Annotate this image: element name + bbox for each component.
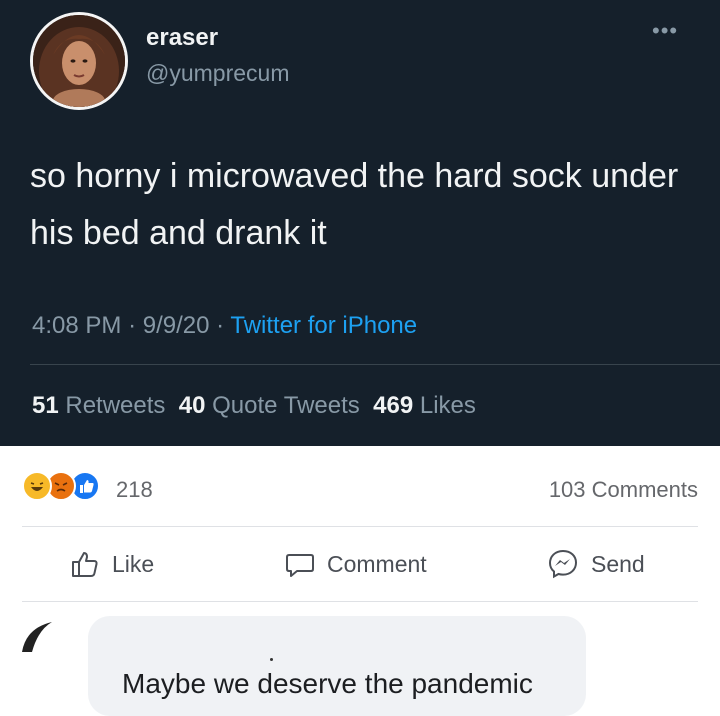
- tweet-stats: 51 Retweets 40 Quote Tweets 469 Likes: [32, 392, 476, 420]
- comments-count[interactable]: 103 Comments: [549, 477, 698, 503]
- thumbs-up-icon: [72, 552, 98, 577]
- more-icon[interactable]: •••: [652, 18, 678, 44]
- send-button[interactable]: Send: [547, 546, 645, 582]
- user-handle[interactable]: @yumprecum: [146, 60, 290, 87]
- facebook-post-footer: 218 103 Comments Like Comment Send Maybe…: [0, 446, 720, 716]
- comment-text: Maybe we deserve the pandemic: [122, 668, 533, 699]
- meta-separator: ·: [128, 312, 137, 339]
- reaction-count[interactable]: 218: [116, 477, 153, 503]
- comment-dot: [270, 658, 273, 661]
- quotes-stat[interactable]: 40 Quote Tweets: [179, 392, 360, 419]
- tweet-text: so horny i microwaved the hard sock unde…: [30, 157, 679, 252]
- quotes-label: Quote Tweets: [212, 392, 360, 419]
- likes-count: 469: [373, 392, 414, 419]
- tweet-card: eraser @yumprecum ••• so horny i microwa…: [0, 0, 720, 446]
- like-label: Like: [112, 550, 155, 577]
- comment-button[interactable]: Comment: [285, 546, 427, 582]
- display-name[interactable]: eraser: [146, 24, 218, 52]
- tweet-time[interactable]: 4:08 PM: [32, 312, 121, 339]
- comment-bubble[interactable]: [88, 616, 586, 716]
- comment-label: Comment: [327, 550, 427, 577]
- divider: [22, 601, 698, 602]
- commenter-avatar[interactable]: [18, 616, 58, 656]
- meta-separator: ·: [216, 312, 225, 339]
- quotes-count: 40: [178, 392, 206, 419]
- retweets-stat[interactable]: 51 Retweets: [32, 392, 165, 419]
- like-button[interactable]: Like: [70, 546, 154, 582]
- comment-icon: [286, 554, 314, 577]
- tweet-date[interactable]: 9/9/20: [143, 312, 210, 339]
- haha-icon: [22, 471, 52, 501]
- likes-stat[interactable]: 469 Likes: [373, 392, 476, 419]
- user-avatar[interactable]: [30, 12, 128, 110]
- messenger-icon: [548, 549, 578, 579]
- divider: [22, 526, 698, 527]
- tweet-source[interactable]: Twitter for iPhone: [230, 312, 417, 339]
- divider: [30, 364, 720, 365]
- tweet-meta: 4:08 PM · 9/9/20 · Twitter for iPhone: [32, 312, 417, 340]
- retweets-label: Retweets: [65, 392, 166, 419]
- retweets-count: 51: [32, 392, 59, 419]
- send-label: Send: [591, 550, 645, 577]
- likes-label: Likes: [419, 392, 476, 419]
